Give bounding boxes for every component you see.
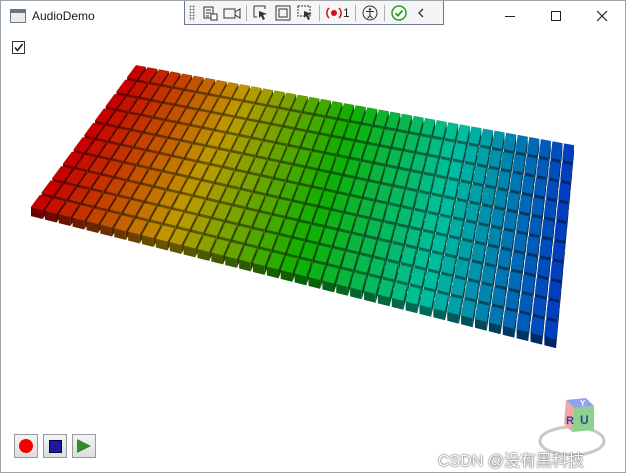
stop-button[interactable] (43, 434, 67, 458)
spectrum-3d-view[interactable] (1, 31, 625, 421)
live-visual-tree-icon[interactable] (199, 3, 221, 23)
play-icon (77, 439, 91, 453)
accessibility-icon[interactable] (359, 3, 381, 23)
binding-failures-count: 1 (343, 5, 350, 20)
window-title: AudioDemo (32, 9, 95, 23)
maximize-button[interactable] (533, 1, 579, 31)
play-button[interactable] (72, 434, 96, 458)
hot-reload-ok-icon[interactable] (388, 3, 410, 23)
minimize-button[interactable] (487, 1, 533, 31)
stop-icon (48, 439, 62, 453)
spectrum-bar (544, 319, 558, 349)
close-icon (596, 10, 608, 22)
minimize-icon (505, 16, 515, 17)
app-window-icon (10, 9, 26, 23)
title-bar[interactable]: AudioDemo 1 (1, 1, 625, 31)
watermark: CSDN @没有黑科技 (438, 453, 585, 470)
close-button[interactable] (579, 1, 625, 31)
toolbar-separator (246, 4, 247, 21)
toolbar-separator (383, 4, 385, 21)
spectrum-bar (488, 306, 504, 335)
spectrum-bar (447, 295, 463, 324)
view-cube-y-label: Y (580, 399, 586, 408)
display-layout-adorners-icon[interactable] (272, 3, 294, 23)
spectrum-bar (433, 292, 449, 321)
view-cube-u-label: U (580, 413, 589, 427)
spectrum-bar (460, 299, 476, 328)
spectrum-bar (474, 302, 490, 331)
maximize-icon (551, 11, 561, 21)
spectrum-bar (502, 309, 517, 338)
spectrum-bar (516, 312, 531, 342)
toolbar-grip[interactable] (189, 4, 195, 21)
view-cube-r-label: R (566, 415, 574, 427)
record-icon (19, 439, 33, 453)
camera-icon[interactable] (221, 3, 243, 23)
toolbar-separator (319, 4, 320, 21)
record-button[interactable] (14, 434, 38, 458)
binding-failures-icon[interactable] (323, 3, 345, 23)
collapse-chevron-icon[interactable] (410, 3, 432, 23)
debug-toolbar: 1 (184, 1, 444, 25)
track-focus-icon[interactable] (294, 3, 316, 23)
app-window: AudioDemo 1 Y U R CSDN @没有黑科技 (0, 0, 626, 473)
spectrum-bar (530, 316, 545, 345)
select-element-icon[interactable] (250, 3, 272, 23)
toolbar-separator (354, 4, 356, 21)
